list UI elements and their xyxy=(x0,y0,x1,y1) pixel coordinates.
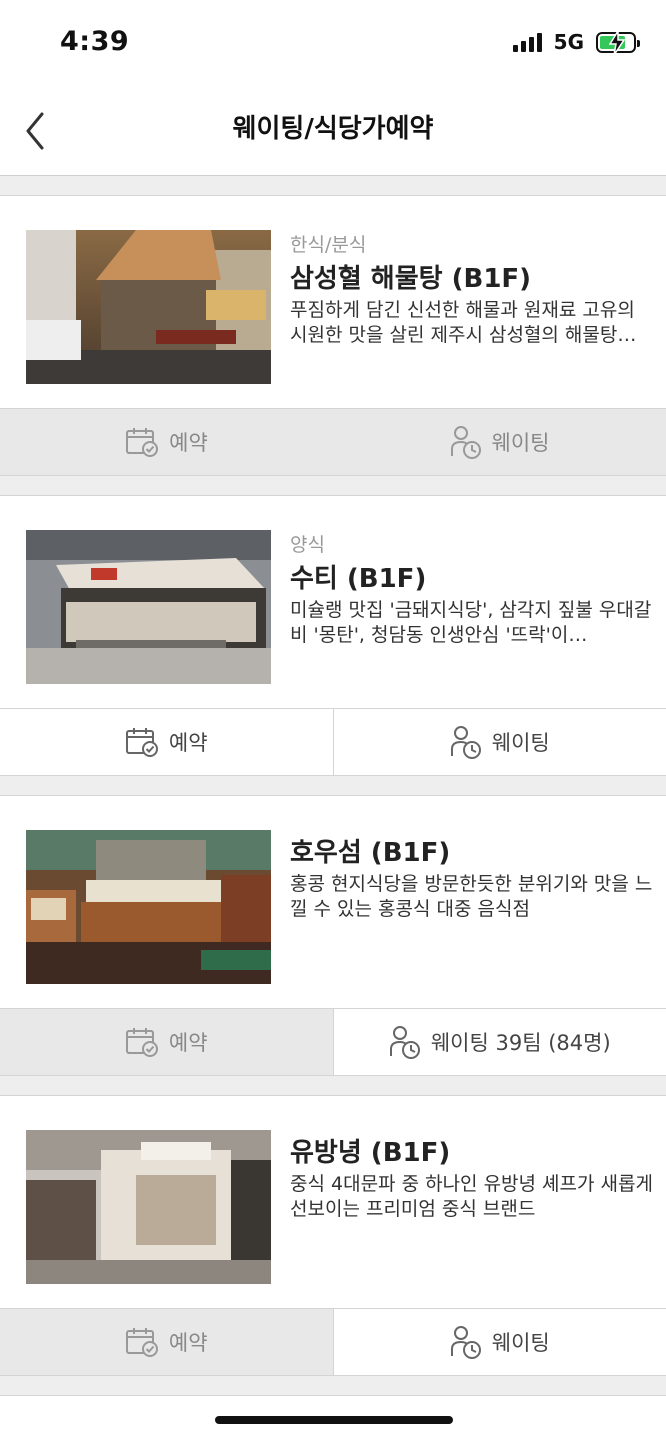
status-indicators: 5G xyxy=(512,30,640,55)
section-gap xyxy=(0,476,666,496)
restaurant-card[interactable]: 호우섬 (B1F) 홍콩 현지식당을 방문한듯한 분위기와 맛을 느낄 수 있는… xyxy=(0,796,666,1076)
restaurant-card[interactable]: 양식 수티 (B1F) 미슐랭 맛집 '금돼지식당', 삼각지 짚불 우대갈비 … xyxy=(0,496,666,776)
reserve-button[interactable]: 예약 xyxy=(0,1009,333,1075)
person-clock-icon xyxy=(450,426,481,459)
waiting-button[interactable]: 웨이팅 39팀 (84명) xyxy=(332,1009,666,1075)
card-actions: 예약 웨이팅 xyxy=(0,708,666,776)
restaurant-category: 한식/분식 xyxy=(290,234,367,256)
nav-header: 웨이팅/식당가예약 xyxy=(0,88,666,176)
restaurant-card[interactable]: 유방녕 (B1F) 중식 4대문파 중 하나인 유방녕 셰프가 새롭게 선보이는… xyxy=(0,1096,666,1376)
waiting-label: 웨이팅 xyxy=(491,731,550,755)
person-clock-icon xyxy=(450,1326,481,1359)
restaurant-description: 중식 4대문파 중 하나인 유방녕 셰프가 새롭게 선보이는 프리미엄 중식 브… xyxy=(290,1173,653,1220)
waiting-button[interactable]: 웨이팅 xyxy=(332,1309,666,1375)
person-clock-icon xyxy=(389,1026,420,1059)
status-time: 4:39 xyxy=(60,26,130,57)
reserve-label: 예약 xyxy=(169,431,208,455)
restaurant-name: 유방녕 (B1F) xyxy=(290,1138,451,1168)
section-gap xyxy=(0,176,666,196)
card-actions: 예약 웨이팅 xyxy=(0,1308,666,1376)
section-gap xyxy=(0,776,666,796)
restaurant-photo xyxy=(26,830,271,984)
reserve-button[interactable]: 예약 xyxy=(0,1309,333,1375)
card-actions: 예약 웨이팅 39팀 (84명) xyxy=(0,1008,666,1076)
restaurant-description: 푸짐하게 담긴 신선한 해물과 원재료 고유의 시원한 맛을 살린 제주시 삼성… xyxy=(290,299,637,346)
waiting-button[interactable]: 웨이팅 xyxy=(332,709,666,775)
calendar-check-icon xyxy=(125,1028,158,1057)
section-gap xyxy=(0,1076,666,1096)
calendar-check-icon xyxy=(125,1328,158,1357)
waiting-button[interactable]: 웨이팅 xyxy=(333,409,666,475)
calendar-check-icon xyxy=(125,728,158,757)
reserve-label: 예약 xyxy=(168,731,208,755)
restaurant-name: 호우섬 (B1F) xyxy=(290,838,451,868)
restaurant-name: 삼성혈 해물탕 (B1F) xyxy=(290,264,532,294)
waiting-label: 웨이팅 39팀 (84명) xyxy=(430,1031,611,1055)
restaurant-name: 수티 (B1F) xyxy=(290,564,427,594)
battery-charging-icon xyxy=(596,30,640,55)
person-clock-icon xyxy=(450,726,481,759)
section-gap xyxy=(0,1376,666,1396)
restaurant-photo xyxy=(26,530,271,684)
calendar-check-icon xyxy=(126,428,159,457)
reserve-label: 예약 xyxy=(168,1031,208,1055)
waiting-label: 웨이팅 xyxy=(491,1331,550,1355)
restaurant-card[interactable]: 한식/분식 삼성혈 해물탕 (B1F) 푸짐하게 담긴 신선한 해물과 원재료 … xyxy=(0,196,666,476)
reserve-button[interactable]: 예약 xyxy=(0,709,333,775)
restaurant-description: 미슐랭 맛집 '금돼지식당', 삼각지 짚불 우대갈비 '몽탄', 청담동 인생… xyxy=(290,599,652,646)
waiting-label: 웨이팅 xyxy=(491,431,550,455)
page-title: 웨이팅/식당가예약 xyxy=(232,114,434,144)
home-indicator[interactable] xyxy=(215,1416,453,1424)
network-type: 5G xyxy=(553,30,584,54)
restaurant-description: 홍콩 현지식당을 방문한듯한 분위기와 맛을 느낄 수 있는 홍콩식 대중 음식… xyxy=(290,873,653,920)
restaurant-list: 한식/분식 삼성혈 해물탕 (B1F) 푸짐하게 담긴 신선한 해물과 원재료 … xyxy=(0,176,666,1396)
restaurant-photo xyxy=(26,1130,271,1284)
reserve-button[interactable]: 예약 xyxy=(0,409,333,475)
restaurant-photo xyxy=(26,230,271,384)
restaurant-category: 양식 xyxy=(290,534,325,556)
signal-icon xyxy=(512,32,542,52)
card-actions: 예약 웨이팅 xyxy=(0,408,666,476)
status-bar: 4:39 5G xyxy=(0,0,666,88)
reserve-label: 예약 xyxy=(168,1331,208,1355)
